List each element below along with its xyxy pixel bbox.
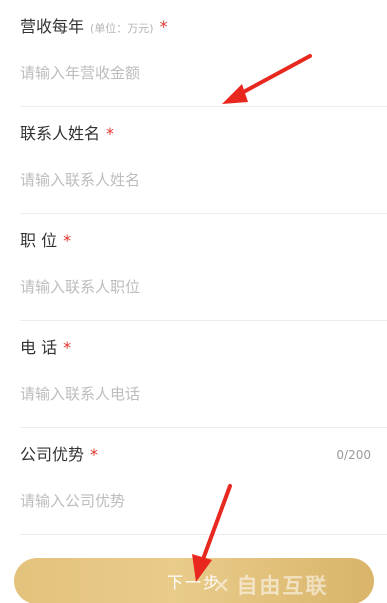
annual-revenue-label: 营收每年 (单位：万元) *: [20, 16, 168, 40]
required-star: *: [159, 17, 168, 36]
phone-label: 电 话 *: [20, 337, 71, 359]
annual-revenue-field: 营收每年 (单位：万元) *: [0, 0, 387, 107]
position-label-text: 职 位: [20, 231, 58, 250]
phone-input[interactable]: [20, 381, 360, 407]
position-field: 职 位 *: [0, 214, 387, 321]
annual-revenue-label-text: 营收每年: [20, 17, 85, 36]
required-star: *: [106, 124, 115, 143]
company-advantage-input[interactable]: [20, 488, 360, 514]
company-advantage-label: 公司优势 *: [20, 444, 98, 466]
next-step-button[interactable]: 下一步: [14, 558, 374, 603]
required-star: *: [63, 231, 72, 250]
position-label: 职 位 *: [20, 230, 71, 252]
phone-label-text: 电 话: [20, 338, 58, 357]
contact-name-label-text: 联系人姓名: [20, 124, 101, 143]
company-advantage-label-text: 公司优势: [20, 445, 85, 464]
field-divider: [20, 534, 387, 535]
required-star: *: [63, 338, 72, 357]
position-input[interactable]: [20, 274, 360, 300]
char-counter: 0/200: [336, 448, 371, 462]
required-star: *: [90, 445, 99, 464]
contact-name-field: 联系人姓名 *: [0, 107, 387, 214]
contact-name-label: 联系人姓名 *: [20, 123, 114, 145]
business-info-form-page: 营收每年 (单位：万元) * 联系人姓名 * 职 位 * 电 话 * 公司优势 * 0/20…: [0, 0, 387, 603]
company-advantage-field: 公司优势 * 0/200: [0, 428, 387, 535]
phone-field: 电 话 *: [0, 321, 387, 428]
contact-name-input[interactable]: [20, 167, 360, 193]
annual-revenue-unit: (单位：万元): [90, 22, 154, 35]
annual-revenue-input[interactable]: [20, 60, 360, 86]
